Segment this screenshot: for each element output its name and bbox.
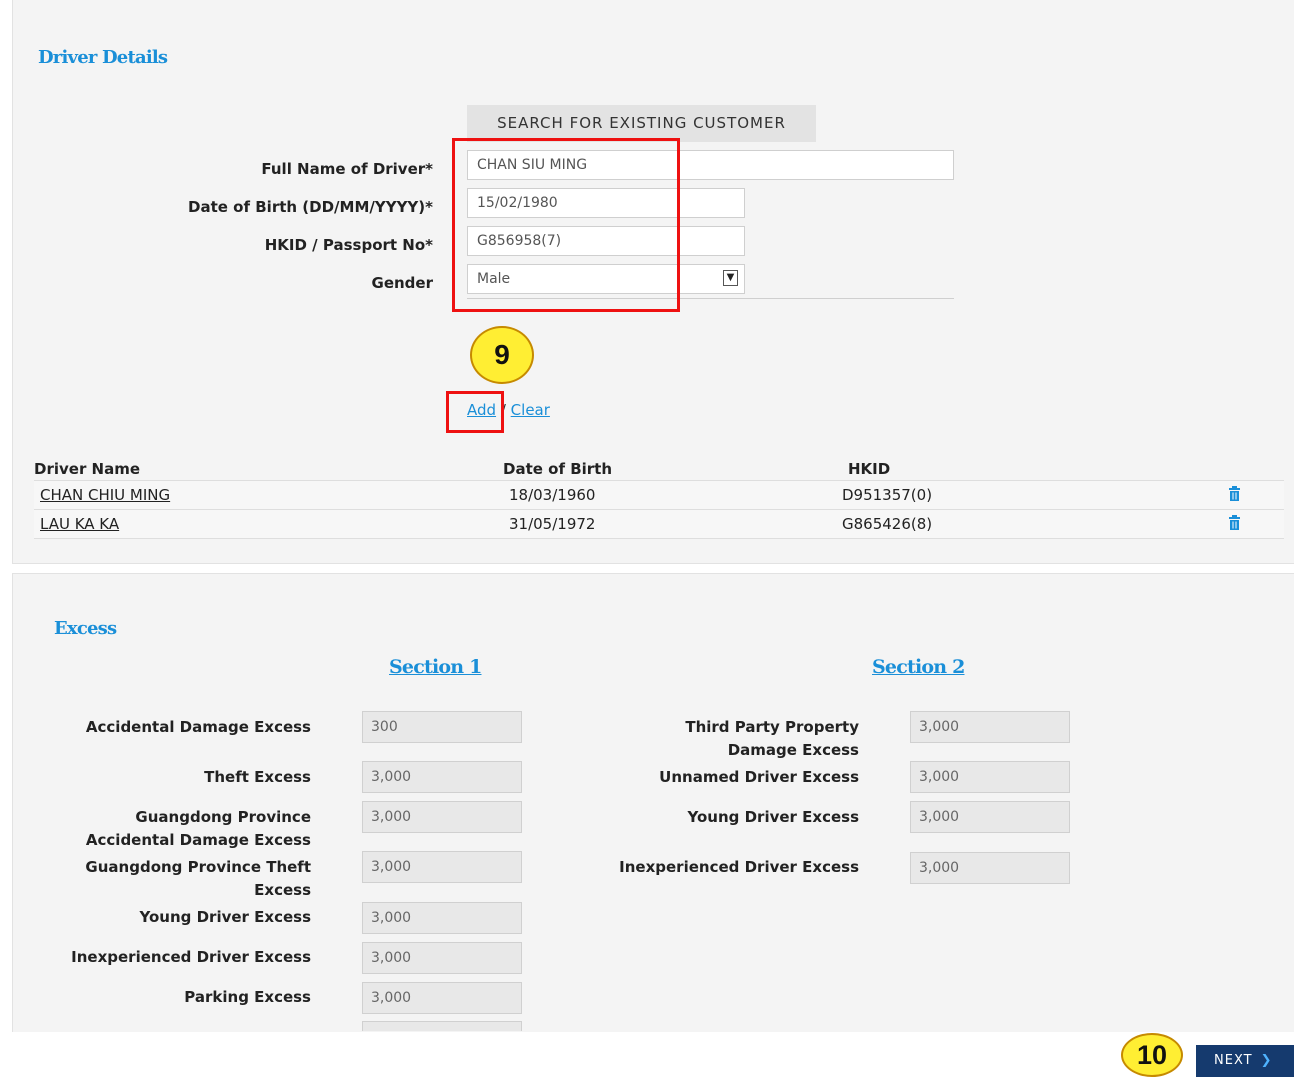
excess-value-field: 3,000 [362,801,522,833]
driver-details-heading: Driver Details [38,47,168,68]
search-existing-customer-button[interactable]: SEARCH FOR EXISTING CUSTOMER [467,105,816,142]
highlight-box-add [446,391,504,433]
dob-header: Date of Birth [503,460,613,478]
trash-icon[interactable] [1229,486,1240,501]
highlight-box-form [452,138,680,312]
excess-value-field: 3,000 [362,851,522,883]
driver-name-link[interactable]: LAU KA KA [40,515,119,533]
excess-value-field: 3,000 [362,761,522,793]
excess-label: Young Driver Excess [687,808,859,826]
excess-label: Unnamed Driver Excess [659,768,859,786]
clear-link[interactable]: Clear [511,401,550,419]
table-row: LAU KA KA 31/05/1972 G865426(8) [34,510,1284,539]
excess-label: Inexperienced Driver Excess [71,948,311,966]
excess-label: Guangdong Province Accidental Damage Exc… [85,808,311,849]
driver-dob: 18/03/1960 [509,486,596,504]
excess-heading: Excess [54,618,117,639]
excess-value-field: 3,000 [910,711,1070,743]
excess-value-field-partial [362,1021,522,1031]
excess-label: Third Party Property Damage Excess [685,718,859,759]
excess-value-field: 3,000 [910,761,1070,793]
excess-label: Parking Excess [184,988,311,1006]
excess-label: Accidental Damage Excess [85,718,311,736]
chevron-down-icon[interactable]: ▼ [723,270,738,286]
excess-label: Young Driver Excess [139,908,311,926]
next-button[interactable]: NEXT ❯ [1196,1045,1294,1077]
excess-value-field: 3,000 [362,942,522,974]
excess-value-field: 3,000 [910,801,1070,833]
chevron-right-icon: ❯ [1260,1053,1273,1068]
driver-hkid: D951357(0) [842,486,933,504]
excess-value-field: 3,000 [910,852,1070,884]
excess-value-field: 3,000 [362,902,522,934]
step-10-badge: 10 [1121,1033,1183,1077]
hkid-header: HKID [848,460,891,478]
driver-name-link[interactable]: CHAN CHIU MING [40,486,170,504]
excess-label: Inexperienced Driver Excess [619,858,859,876]
excess-label: Theft Excess [204,768,311,786]
driver-hkid: G865426(8) [842,515,933,533]
gender-label: Gender [371,274,433,292]
excess-label: Guangdong Province Theft Excess [85,858,311,899]
section1-title[interactable]: Section 1 [389,656,482,678]
dob-label: Date of Birth (DD/MM/YYYY)* [188,198,433,216]
next-button-label: NEXT [1214,1053,1253,1068]
trash-icon[interactable] [1229,515,1240,530]
step-9-badge: 9 [470,326,534,384]
table-row: CHAN CHIU MING 18/03/1960 D951357(0) [34,481,1284,510]
hkid-label: HKID / Passport No* [264,236,433,254]
excess-value-field: 300 [362,711,522,743]
section2-title[interactable]: Section 2 [872,656,965,678]
full-name-label: Full Name of Driver* [261,160,433,178]
driver-name-header: Driver Name [34,460,141,478]
driver-dob: 31/05/1972 [509,515,596,533]
excess-value-field: 3,000 [362,982,522,1014]
